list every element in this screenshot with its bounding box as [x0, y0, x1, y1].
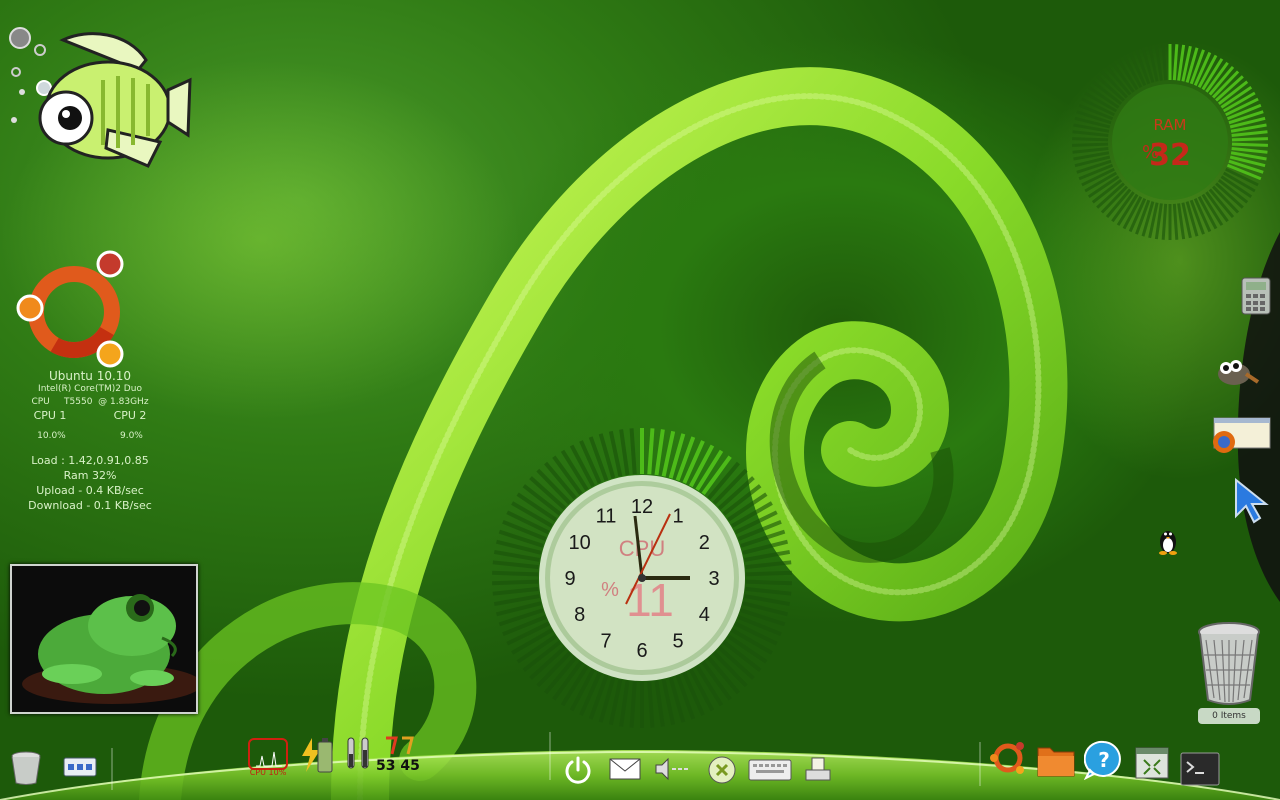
- tux-icon[interactable]: [1152, 524, 1184, 556]
- clock-numeral: 4: [699, 604, 710, 626]
- ram-usage: Ram 32%: [63, 469, 117, 482]
- clock-percent-symbol: %: [601, 579, 619, 601]
- trash-can-icon: [1198, 622, 1260, 705]
- clock-numeral: 11: [596, 506, 617, 528]
- download-speed: Download - 0.1 KB/sec: [28, 499, 152, 512]
- scanner-icon[interactable]: [802, 752, 838, 788]
- clock-numeral: 3: [708, 568, 719, 590]
- cpu-mini-label: CPU 10%: [249, 768, 287, 777]
- pointer-icon[interactable]: [1232, 476, 1272, 524]
- trash-widget[interactable]: 0 Items: [1192, 620, 1266, 724]
- battery-icon[interactable]: [300, 736, 336, 773]
- ubuntu-logo: [16, 250, 124, 368]
- cpu-labels: CPU 1 CPU 2: [10, 409, 170, 422]
- close-circle-icon[interactable]: [706, 754, 742, 790]
- sensor-values: 53 45: [376, 758, 420, 774]
- clock-numeral: 8: [574, 604, 585, 626]
- trash-item-count: 0 Items: [1198, 708, 1260, 724]
- clock-numeral: 10: [569, 532, 591, 554]
- volume-icon[interactable]: [654, 756, 690, 792]
- cpu2-label: CPU 2: [113, 409, 147, 422]
- ram-gauge-widget: RAM % 32: [1070, 42, 1270, 242]
- clock-numeral: 7: [600, 630, 611, 652]
- clock-numeral: 5: [672, 630, 683, 652]
- calculator-icon[interactable]: [1236, 276, 1276, 316]
- photo-frame-widget[interactable]: [10, 564, 202, 714]
- mail-icon[interactable]: [608, 756, 644, 792]
- cpu1-value: 10.0%: [37, 431, 66, 441]
- cpu1-label: CPU 1: [33, 409, 67, 422]
- system-info-widget: Ubuntu 10.10 Intel(R) Core(TM)2 Duo CPU …: [10, 370, 170, 513]
- keyboard-icon[interactable]: [748, 758, 792, 794]
- power-icon[interactable]: [562, 754, 598, 790]
- clock-cpu-widget: CPU % 11 12 1 2 3 4 5 6 7 8 9 10 11: [490, 428, 794, 732]
- frog-photo: [12, 566, 202, 712]
- right-dock: [1213, 232, 1280, 602]
- upload-speed: Upload - 0.4 KB/sec: [36, 484, 144, 497]
- cpu-values: 10.0% 9.0%: [10, 430, 170, 443]
- os-name: Ubuntu 10.10: [48, 369, 132, 383]
- clock-numeral: 6: [636, 640, 647, 662]
- firefox-screenshot-icon[interactable]: [1212, 416, 1272, 456]
- clock-numeral: 9: [564, 568, 575, 590]
- folder-icon[interactable]: [1036, 742, 1076, 778]
- clock-cpu-value: 11: [626, 574, 674, 626]
- cpu-monitor-applet[interactable]: [248, 738, 288, 770]
- svg-text:?: ?: [1098, 748, 1110, 772]
- thermometer-icon[interactable]: [344, 736, 380, 772]
- gimp-icon[interactable]: [1210, 352, 1260, 392]
- terminal-icon[interactable]: [1180, 752, 1220, 788]
- network-icon[interactable]: [62, 752, 98, 788]
- trash-icon[interactable]: [8, 750, 44, 786]
- clock-numeral: 12: [631, 496, 653, 518]
- cpu-line: CPU T5550 @ 1.83GHz: [31, 397, 149, 407]
- load-average: Load : 1.42,0.91,0.85: [31, 454, 149, 467]
- ram-label: RAM: [1153, 116, 1187, 134]
- help-icon[interactable]: ?: [1083, 740, 1124, 781]
- clock-numeral: 2: [699, 532, 710, 554]
- clock-numeral: 1: [672, 506, 683, 528]
- cpu2-value: 9.0%: [119, 431, 143, 441]
- window-icon[interactable]: [1134, 746, 1170, 782]
- ubuntu-icon[interactable]: [988, 738, 1024, 774]
- cpu-model: Intel(R) Core(TM)2 Duo: [38, 384, 142, 394]
- system-stats: Load : 1.42,0.91,0.85 Ram 32% Upload - 0…: [10, 453, 170, 513]
- ram-value: 32: [1149, 138, 1191, 173]
- clock-face: CPU % 11 12 1234567891011: [492, 428, 792, 728]
- fish-logo: [9, 27, 192, 168]
